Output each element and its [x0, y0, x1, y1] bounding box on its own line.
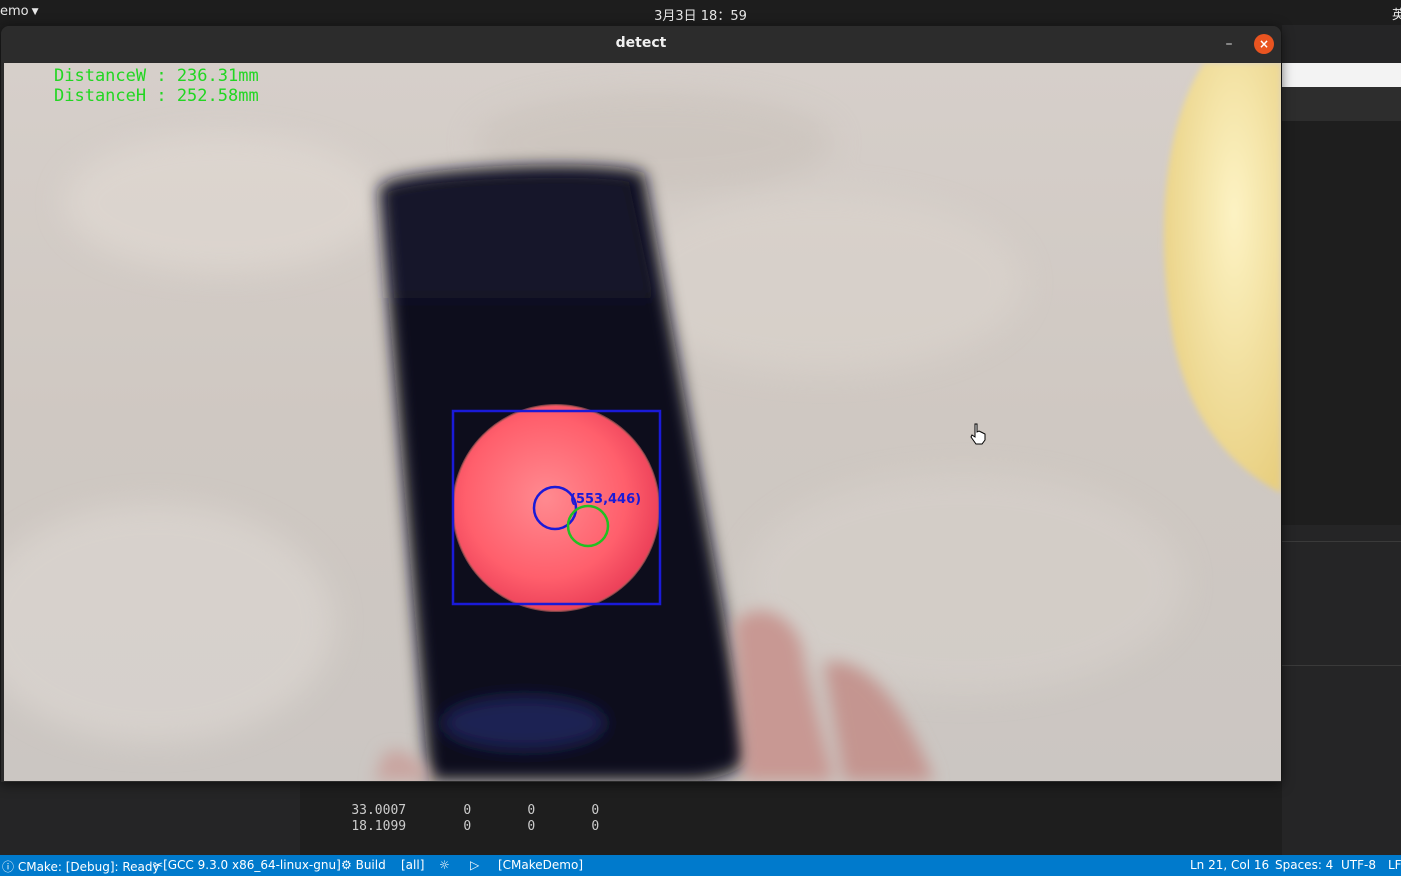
camera-frame: DistanceW : 236.31mm DistanceH : 252.58m… [4, 63, 1281, 781]
terminal-cell: 18.1099 [351, 819, 407, 834]
distance-h-label: DistanceH : 252.58mm [54, 86, 259, 106]
end-of-line[interactable]: LF [1388, 858, 1401, 872]
divider [1282, 541, 1401, 542]
target-selector[interactable]: [all] [401, 858, 424, 872]
kit-selector[interactable]: ✂[GCC 9.3.0 x86_64-linux-gnu] [153, 858, 341, 872]
divider [1282, 665, 1401, 666]
status-bar: ⓘ CMake: [Debug]: Ready ✂[GCC 9.3.0 x86_… [0, 855, 1401, 876]
background-editor-panel [1282, 25, 1401, 855]
terminal-output[interactable]: 33.0007 0 0 0 18.1099 0 0 0 [300, 780, 1282, 855]
terminal-cell: 0 [591, 819, 600, 834]
camera-scene [4, 63, 1281, 781]
clock[interactable]: 3月3日 18：59 [0, 5, 1401, 24]
indentation[interactable]: Spaces: 4 [1275, 858, 1333, 872]
build-label: Build [355, 858, 386, 872]
tools-icon: ✂ [153, 858, 164, 872]
bug-icon[interactable]: ☼ [439, 858, 450, 872]
editor-breadcrumb-bar [1282, 87, 1401, 121]
system-top-bar: emo ▼ 3月3日 18：59 英 [0, 0, 1401, 25]
editor-body [1282, 121, 1401, 525]
window-title: detect [615, 35, 667, 51]
cmake-status-label: CMake: [Debug]: Ready [17, 860, 160, 874]
close-button[interactable]: × [1254, 34, 1274, 54]
editor-tab-strip [1282, 63, 1401, 87]
build-button[interactable]: ⚙ Build [341, 858, 386, 872]
gear-icon: ⚙ [341, 858, 352, 872]
terminal-cell: 0 [463, 819, 472, 834]
cursor-position[interactable]: Ln 21, Col 16 [1190, 858, 1269, 872]
sidebar-panel [0, 780, 300, 855]
minimize-button[interactable]: – [1219, 34, 1239, 54]
detect-window: detect – × DistanceW: 236.31mm Distance… [1, 26, 1281, 782]
detected-ball [453, 405, 659, 611]
info-icon: ⓘ [2, 860, 15, 874]
input-method-indicator[interactable]: 英 [1392, 4, 1401, 23]
hand-pointer-icon [970, 423, 986, 445]
kit-label: [GCC 9.3.0 x86_64-linux-gnu] [163, 858, 341, 872]
banana [1164, 63, 1281, 493]
terminal-cell: 0 [527, 819, 536, 834]
window-titlebar[interactable]: detect – × [1, 26, 1281, 62]
cmake-status[interactable]: ⓘ CMake: [Debug]: Ready [2, 858, 160, 875]
distance-w-label: DistanceW : 236.31mm [54, 66, 259, 86]
terminal-row: 18.1099 0 0 0 [320, 804, 599, 834]
center-coordinate-label: (553,446) [570, 492, 642, 507]
play-icon[interactable]: ▷ [470, 858, 479, 872]
encoding[interactable]: UTF-8 [1341, 858, 1376, 872]
terminal-row: 33.0007 0 0 0 [320, 788, 599, 818]
project-selector[interactable]: [CMakeDemo] [498, 858, 583, 872]
